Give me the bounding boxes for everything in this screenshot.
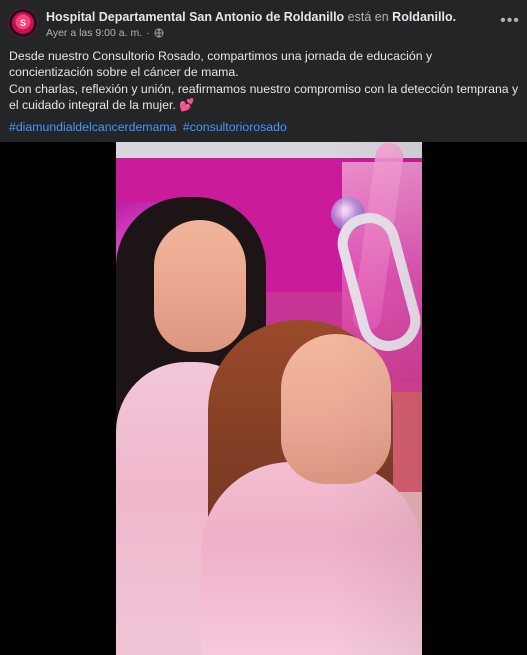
person-left-face — [154, 220, 246, 352]
more-options-dots: ••• — [500, 12, 520, 29]
post-meta: Ayer a las 9:00 a. m. · — [46, 27, 164, 39]
avatar-logo: S — [12, 12, 34, 34]
post-text-line-2: Con charlas, reflexión y unión, reafirma… — [9, 81, 519, 113]
avatar-letter: S — [19, 18, 26, 28]
location-link[interactable]: Roldanillo. — [392, 10, 456, 24]
hashtags: #diamundialdelcancerdemama #consultorior… — [9, 120, 290, 134]
page-name-link[interactable]: Hospital Departamental San Antonio de Ro… — [46, 10, 344, 24]
location-connector: está en — [347, 10, 389, 24]
more-options-icon[interactable]: ••• — [500, 12, 520, 30]
hashtag-1[interactable]: #diamundialdelcancerdemama — [9, 120, 176, 134]
post-media[interactable]: e — [0, 142, 527, 655]
person-right-shirt — [201, 462, 422, 655]
post-photo[interactable]: e — [116, 142, 422, 655]
post-title-line: Hospital Departamental San Antonio de Ro… — [46, 10, 456, 25]
post-timestamp-link[interactable]: Ayer a las 9:00 a. m. — [46, 27, 142, 39]
person-right-face — [281, 334, 391, 484]
post-header: S Hospital Departamental San Antonio de … — [0, 0, 527, 42]
globe-icon — [154, 28, 164, 38]
page-avatar[interactable]: S — [8, 8, 38, 38]
post-text: Desde nuestro Consultorio Rosado, compar… — [9, 48, 519, 114]
hashtag-2[interactable]: #consultoriorosado — [183, 120, 287, 134]
post-text-line-1: Desde nuestro Consultorio Rosado, compar… — [9, 49, 433, 80]
meta-separator: · — [146, 27, 150, 39]
